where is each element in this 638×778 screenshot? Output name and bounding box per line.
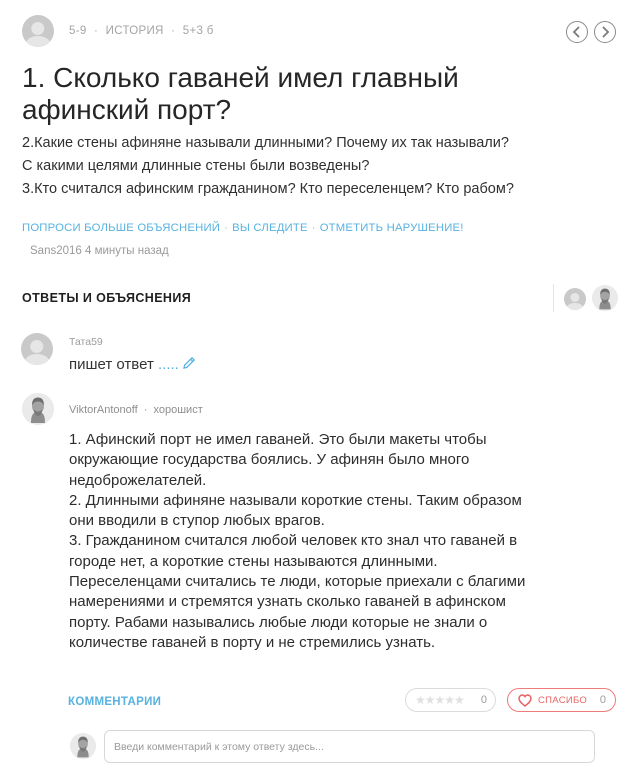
answer-line: намерениями и стремятся узнать сколько г… [69, 593, 506, 611]
answer-author-name[interactable]: ViktorAntonoff [69, 404, 138, 416]
asker-avatar[interactable] [22, 15, 54, 47]
points-label: 5+3 б [182, 25, 214, 37]
answer-line: Переселенцами считались те люди, которые… [69, 573, 526, 591]
report-link[interactable]: ОТМЕТИТЬ НАРУШЕНИЕ! [320, 222, 464, 234]
draft-user-avatar[interactable] [21, 333, 53, 365]
statue-icon [592, 285, 618, 311]
previous-question-button[interactable] [566, 21, 588, 43]
thanks-count: 0 [599, 694, 606, 706]
author-separator: · [143, 404, 148, 416]
answer-body: 1. Афинский порт не имел гаваней. Это бы… [69, 430, 629, 653]
answer-author-avatar[interactable] [22, 393, 54, 425]
question-author[interactable]: Sans2016 [30, 245, 82, 257]
statue-icon [70, 733, 96, 759]
writing-status-text: пишет ответ [69, 356, 154, 373]
answer-line: недоброжелателей. [69, 471, 207, 489]
question-body: 2.Какие стены афиняне называли длинными?… [22, 132, 632, 201]
pencil-icon [182, 356, 195, 369]
author-rank: хорошист [153, 404, 203, 416]
answer-line: 1. Афинский порт не имел гаваней. Это бы… [69, 431, 487, 448]
rating-widget[interactable]: ★★★★★ 0 [405, 688, 496, 712]
question-line: 3.Кто считался афинским гражданином? Кто… [22, 181, 514, 197]
answer-author-row: ViktorAntonoff · хорошист [69, 404, 203, 416]
thanks-button[interactable]: СПАСИБО 0 [507, 688, 616, 712]
question-line: С какими целями длинные стены были возве… [22, 158, 370, 174]
current-user-avatar [70, 733, 96, 759]
grade-label: 5-9 [69, 25, 87, 37]
star-icon[interactable]: ★★★★★ [415, 693, 465, 707]
following-link[interactable]: ВЫ СЛЕДИТЕ [232, 222, 308, 234]
answer-line: 3. Гражданином считался любой человек кт… [69, 532, 518, 550]
comment-input[interactable] [104, 730, 595, 763]
answer-line: порту. Рабами назывались любые люди кото… [69, 613, 488, 631]
answer-line: 2. Длинными афиняне называли короткие ст… [69, 491, 522, 509]
question-actions: ПОПРОСИ БОЛЬШЕ ОБЪЯСНЕНИЙ · ВЫ СЛЕДИТЕ · ОТМ… [22, 222, 464, 234]
ask-more-link[interactable]: ПОПРОСИ БОЛЬШЕ ОБЪЯСНЕНИЙ [22, 222, 220, 234]
question-title: 1. Сколько гаваней имел главный афинский… [22, 62, 459, 125]
question-time: 4 минуты назад [85, 245, 169, 257]
question-meta: 5-9 · ИСТОРИЯ · 5+3 б [69, 25, 214, 37]
answer-line: городе нет, а короткие стены называются … [69, 552, 438, 570]
answer-line: количестве гаваней в порту и не стремили… [69, 633, 436, 651]
statue-icon [22, 393, 54, 425]
action-separator: · [311, 222, 316, 234]
thanks-label: СПАСИБО [538, 695, 588, 706]
answers-header: ОТВЕТЫ И ОБЪЯСНЕНИЯ [22, 291, 192, 305]
divider [553, 284, 554, 312]
chevron-right-icon [602, 26, 610, 38]
draft-username[interactable]: Тата59 [69, 336, 103, 348]
rating-count: 0 [480, 694, 487, 706]
meta-separator: · [94, 25, 99, 37]
answerer-avatar[interactable] [564, 288, 586, 310]
answer-line: окружающие государства боялись. У афинян… [69, 451, 470, 469]
question-author-row: Sans2016 4 минуты назад [30, 245, 169, 257]
writing-answer-status: пишет ответ ..... [69, 355, 197, 373]
answerer-avatar[interactable] [592, 285, 618, 311]
next-question-button[interactable] [594, 21, 616, 43]
subject-label[interactable]: ИСТОРИЯ [106, 25, 164, 37]
writing-dots: ..... [158, 356, 179, 373]
chevron-left-icon [572, 26, 580, 38]
comments-link[interactable]: КОММЕНТАРИИ [68, 696, 161, 708]
action-separator: · [224, 222, 229, 234]
answer-line: они вводили в ступор любых врагов. [69, 512, 325, 530]
meta-separator: · [171, 25, 176, 37]
heart-icon [518, 694, 532, 707]
question-line: 2.Какие стены афиняне называли длинными?… [22, 135, 509, 151]
